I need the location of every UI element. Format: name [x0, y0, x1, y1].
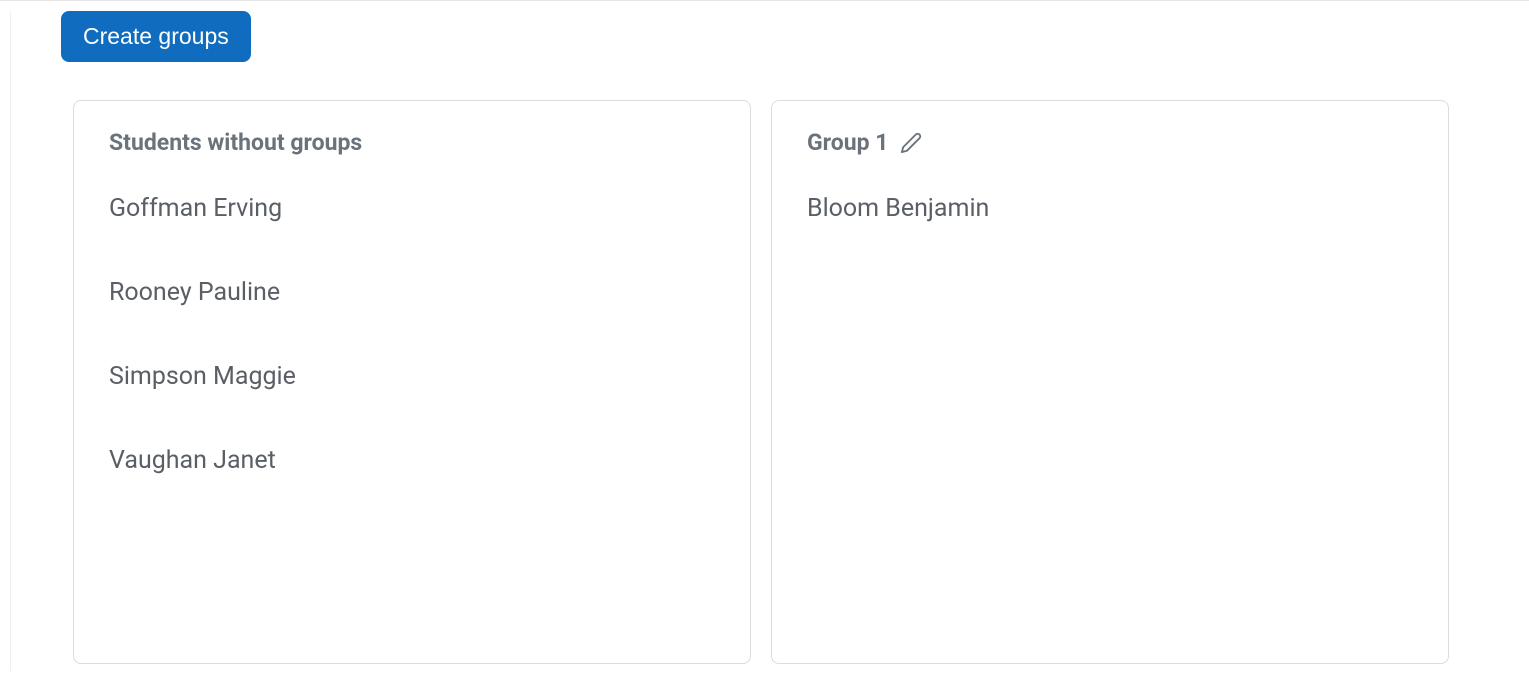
student-item[interactable]: Vaughan Janet — [109, 446, 715, 475]
student-item[interactable]: Goffman Erving — [109, 194, 715, 223]
create-groups-button[interactable]: Create groups — [61, 11, 251, 62]
groups-container: Students without groups Goffman Erving R… — [61, 100, 1529, 664]
unassigned-panel: Students without groups Goffman Erving R… — [73, 100, 751, 664]
student-item[interactable]: Bloom Benjamin — [807, 194, 1413, 223]
edit-icon[interactable] — [900, 132, 922, 154]
student-item[interactable]: Simpson Maggie — [109, 362, 715, 391]
group-name: Group 1 — [807, 129, 888, 156]
student-item[interactable]: Rooney Pauline — [109, 278, 715, 307]
group-panel: Group 1 Bloom Benjamin — [771, 100, 1449, 664]
unassigned-panel-title: Students without groups — [109, 129, 715, 156]
content-wrap: Create groups Students without groups Go… — [10, 11, 1529, 671]
group-panel-header: Group 1 — [807, 129, 1413, 156]
